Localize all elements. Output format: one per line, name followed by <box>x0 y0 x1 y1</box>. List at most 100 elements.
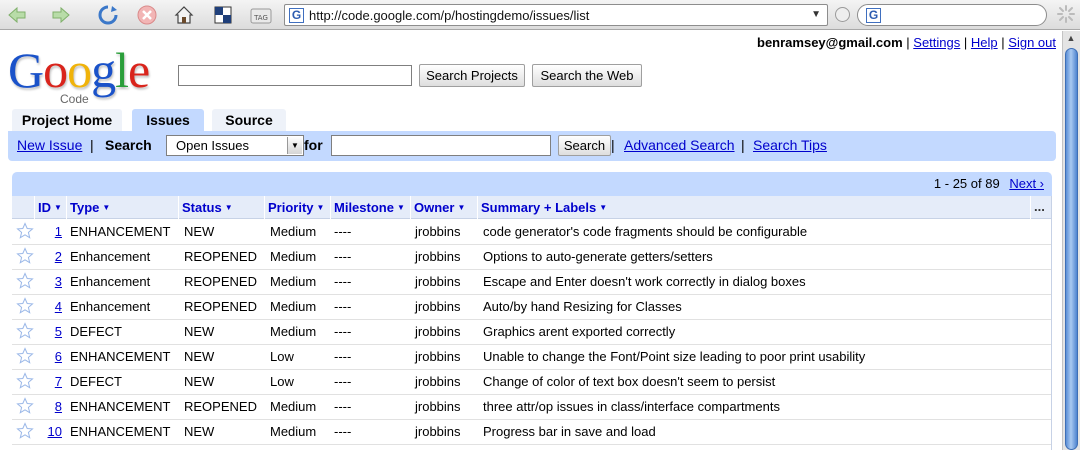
table-row[interactable]: 10 ENHANCEMENT NEW Medium ---- jrobbins … <box>12 420 1052 445</box>
star-icon[interactable] <box>16 247 34 265</box>
new-issue-link[interactable]: New Issue <box>17 137 82 153</box>
star-icon[interactable] <box>16 372 34 390</box>
col-id[interactable]: ID ▼ <box>38 200 62 215</box>
issue-id-link[interactable]: 1 <box>40 224 62 239</box>
reload-icon[interactable] <box>97 4 119 26</box>
search-web-button[interactable]: Search the Web <box>532 64 642 87</box>
issue-owner: jrobbins <box>415 399 461 414</box>
star-icon[interactable] <box>16 397 34 415</box>
help-link[interactable]: Help <box>971 35 998 50</box>
issue-summary[interactable]: code generator's code fragments should b… <box>483 224 807 239</box>
star-icon[interactable] <box>16 272 34 290</box>
table-row[interactable]: 6 ENHANCEMENT NEW Low ---- jrobbins Unab… <box>12 345 1052 370</box>
browser-search-box[interactable]: G <box>857 4 1047 26</box>
search-engine-icon[interactable]: G <box>866 8 881 23</box>
issue-summary[interactable]: Change of color of text box doesn't seem… <box>483 374 775 389</box>
issue-id-link[interactable]: 3 <box>40 274 62 289</box>
scroll-up-icon[interactable]: ▲ <box>1064 33 1078 45</box>
project-search-input[interactable] <box>178 65 412 86</box>
stop-icon[interactable] <box>136 4 158 26</box>
google-code-logo[interactable]: Google Code <box>8 44 170 108</box>
scrollbar-thumb[interactable] <box>1065 48 1078 450</box>
issue-id-link[interactable]: 7 <box>40 374 62 389</box>
next-page-link[interactable]: Next › <box>1009 176 1044 191</box>
table-row[interactable]: 3 Enhancement REOPENED Medium ---- jrobb… <box>12 270 1052 295</box>
table-row[interactable]: 5 DEFECT NEW Medium ---- jrobbins Graphi… <box>12 320 1052 345</box>
search-tips-link[interactable]: Search Tips <box>753 137 827 153</box>
issue-query-input[interactable] <box>331 135 551 156</box>
col-summary[interactable]: Summary + Labels ▼ <box>481 200 607 215</box>
issue-summary[interactable]: Escape and Enter doesn't work correctly … <box>483 274 806 289</box>
table-row[interactable]: 1 ENHANCEMENT NEW Medium ---- jrobbins c… <box>12 220 1052 245</box>
issue-milestone: ---- <box>334 299 352 314</box>
sort-down-icon: ▼ <box>54 203 62 212</box>
more-columns-button[interactable]: ... <box>1034 199 1045 214</box>
issue-priority: Medium <box>270 249 317 264</box>
issue-summary[interactable]: three attr/op issues in class/interface … <box>483 399 780 414</box>
search-projects-button[interactable]: Search Projects <box>419 64 525 87</box>
chevron-down-icon[interactable]: ▼ <box>287 137 302 154</box>
star-icon[interactable] <box>16 297 34 315</box>
forward-icon[interactable] <box>50 4 72 26</box>
chevron-down-icon[interactable]: ▼ <box>811 9 821 20</box>
table-row[interactable]: 4 Enhancement REOPENED Medium ---- jrobb… <box>12 295 1052 320</box>
issue-milestone: ---- <box>334 249 352 264</box>
issue-owner: jrobbins <box>415 224 461 239</box>
separator: | <box>611 137 615 153</box>
issue-type: ENHANCEMENT <box>70 224 171 239</box>
table-row[interactable]: 7 DEFECT NEW Low ---- jrobbins Change of… <box>12 370 1052 395</box>
issue-scope-select[interactable]: Open Issues ▼ <box>166 135 304 156</box>
issue-priority: Medium <box>270 224 317 239</box>
issue-summary[interactable]: Progress bar in save and load <box>483 424 656 439</box>
sort-down-icon: ▼ <box>599 203 608 212</box>
col-priority[interactable]: Priority ▼ <box>268 200 324 215</box>
issue-milestone: ---- <box>334 274 352 289</box>
col-owner[interactable]: Owner ▼ <box>414 200 465 215</box>
star-icon[interactable] <box>16 422 34 440</box>
for-label: for <box>304 137 323 153</box>
issue-id-link[interactable]: 10 <box>40 424 62 439</box>
issue-id-link[interactable]: 5 <box>40 324 62 339</box>
url-text[interactable]: http://code.google.com/p/hostingdemo/iss… <box>309 8 589 23</box>
issue-status: NEW <box>184 374 215 389</box>
table-row[interactable]: 2 Enhancement REOPENED Medium ---- jrobb… <box>12 245 1052 270</box>
star-icon[interactable] <box>16 222 34 240</box>
sort-down-icon: ▼ <box>457 203 466 212</box>
home-icon[interactable] <box>173 4 195 26</box>
issue-id-link[interactable]: 4 <box>40 299 62 314</box>
col-status[interactable]: Status ▼ <box>182 200 233 215</box>
issue-summary[interactable]: Graphics arent exported correctly <box>483 324 675 339</box>
issue-id-link[interactable]: 6 <box>40 349 62 364</box>
settings-link[interactable]: Settings <box>913 35 960 50</box>
col-type[interactable]: Type ▼ <box>70 200 110 215</box>
tab-issues[interactable]: Issues <box>132 109 204 131</box>
issue-summary[interactable]: Auto/by hand Resizing for Classes <box>483 299 682 314</box>
issue-summary[interactable]: Options to auto-generate getters/setters <box>483 249 713 264</box>
issue-status: NEW <box>184 224 215 239</box>
back-icon[interactable] <box>6 4 28 26</box>
table-row[interactable]: 8 ENHANCEMENT REOPENED Medium ---- jrobb… <box>12 395 1052 420</box>
tab-source[interactable]: Source <box>212 109 286 131</box>
star-icon[interactable] <box>16 322 34 340</box>
bookmark-icon[interactable] <box>212 4 234 26</box>
tab-project-home[interactable]: Project Home <box>12 109 122 131</box>
issue-scope-value: Open Issues <box>176 138 249 153</box>
results-range: 1 - 25 of 89 <box>933 176 1000 191</box>
issue-owner: jrobbins <box>415 374 461 389</box>
issue-search-button[interactable]: Search <box>558 135 611 156</box>
star-icon[interactable] <box>16 347 34 365</box>
issue-id-link[interactable]: 8 <box>40 399 62 414</box>
go-icon[interactable] <box>835 7 850 22</box>
col-milestone[interactable]: Milestone ▼ <box>334 200 405 215</box>
separator: | <box>90 137 94 153</box>
advanced-search-link[interactable]: Advanced Search <box>624 137 735 153</box>
tag-icon[interactable]: TAG <box>250 4 272 26</box>
issue-id-link[interactable]: 2 <box>40 249 62 264</box>
issue-summary[interactable]: Unable to change the Font/Point size lea… <box>483 349 865 364</box>
sign-out-link[interactable]: Sign out <box>1008 35 1056 50</box>
logo-sub: Code <box>60 92 89 106</box>
issue-type: Enhancement <box>70 274 151 289</box>
issue-status: NEW <box>184 424 215 439</box>
issue-status: REOPENED <box>184 249 257 264</box>
url-bar[interactable]: G http://code.google.com/p/hostingdemo/i… <box>284 4 828 26</box>
